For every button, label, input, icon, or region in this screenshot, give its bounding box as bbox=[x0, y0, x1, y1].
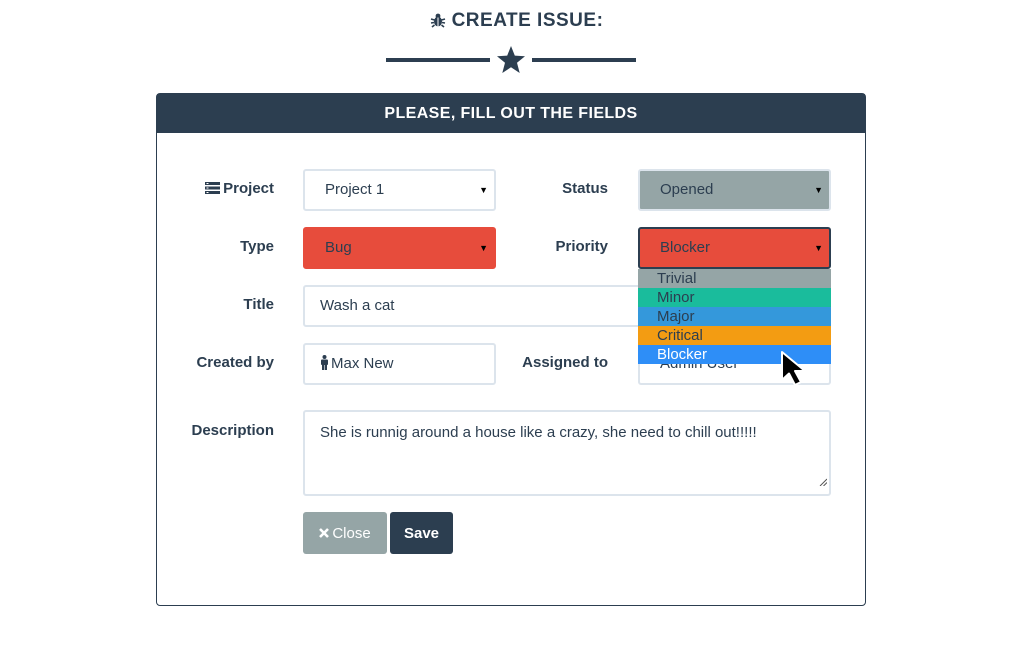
x-icon bbox=[319, 513, 330, 555]
chevron-down-icon: ▼ bbox=[814, 243, 823, 253]
priority-select-value: Blocker bbox=[660, 239, 711, 256]
project-label-text: Project bbox=[223, 180, 274, 197]
project-label: Project bbox=[157, 180, 274, 198]
priority-option-trivial[interactable]: Trivial bbox=[638, 269, 831, 288]
title-label: Title bbox=[243, 296, 274, 313]
chevron-down-icon: ▼ bbox=[814, 185, 823, 195]
star-icon bbox=[497, 46, 525, 73]
title-input-value: Wash a cat bbox=[320, 297, 395, 314]
save-button[interactable]: Save bbox=[390, 512, 453, 554]
close-button-label: Close bbox=[332, 525, 371, 542]
type-select[interactable]: Bug ▼ bbox=[303, 227, 496, 269]
page-title-text: CREATE ISSUE: bbox=[451, 10, 604, 31]
priority-select[interactable]: Blocker ▼ bbox=[638, 227, 831, 269]
project-select[interactable]: Project 1 ▼ bbox=[303, 169, 496, 211]
panel-heading: PLEASE, FILL OUT THE FIELDS bbox=[157, 94, 865, 133]
priority-option-critical[interactable]: Critical bbox=[638, 326, 831, 345]
page-title: CREATE ISSUE: bbox=[0, 10, 1033, 34]
divider-line-left bbox=[386, 58, 490, 62]
chevron-down-icon: ▼ bbox=[479, 243, 488, 253]
resize-handle-icon[interactable] bbox=[819, 472, 828, 492]
type-select-value: Bug bbox=[325, 239, 352, 256]
status-label: Status bbox=[562, 180, 608, 197]
created-by-value: Max New bbox=[331, 355, 394, 372]
star-divider bbox=[386, 44, 636, 76]
priority-label: Priority bbox=[555, 238, 608, 255]
assigned-to-label: Assigned to bbox=[522, 354, 608, 371]
status-select[interactable]: Opened ▼ bbox=[638, 169, 831, 211]
male-icon bbox=[320, 347, 329, 385]
created-by-label: Created by bbox=[196, 354, 274, 371]
description-textarea[interactable]: She is runnig around a house like a craz… bbox=[303, 410, 831, 496]
issue-form-panel: PLEASE, FILL OUT THE FIELDS Project Proj… bbox=[156, 93, 866, 606]
mouse-pointer-icon bbox=[780, 350, 814, 393]
server-icon bbox=[205, 181, 221, 198]
status-select-value: Opened bbox=[660, 181, 714, 198]
priority-option-major[interactable]: Major bbox=[638, 307, 831, 326]
priority-option-minor[interactable]: Minor bbox=[638, 288, 831, 307]
description-value: She is runnig around a house like a craz… bbox=[320, 424, 757, 441]
description-label: Description bbox=[191, 422, 274, 439]
created-by-input[interactable]: Max New bbox=[303, 343, 496, 385]
project-select-value: Project 1 bbox=[325, 181, 385, 198]
bug-icon bbox=[430, 12, 446, 34]
close-button[interactable]: Close bbox=[303, 512, 387, 554]
type-label: Type bbox=[240, 238, 274, 255]
divider-line-right bbox=[532, 58, 636, 62]
chevron-down-icon: ▼ bbox=[479, 185, 488, 195]
